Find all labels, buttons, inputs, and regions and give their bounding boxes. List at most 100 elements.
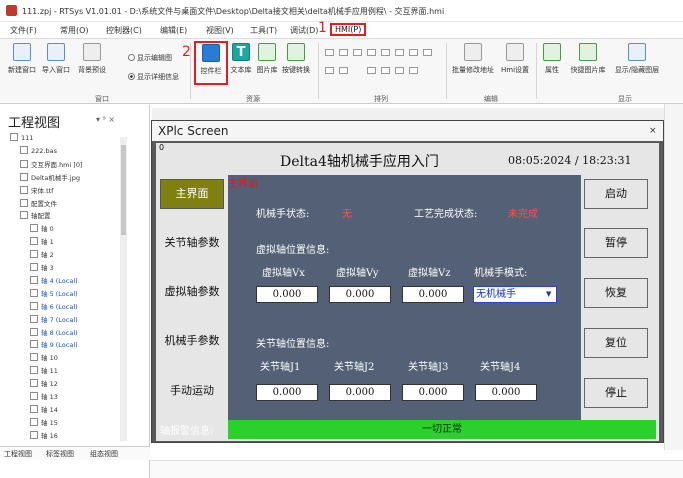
file-icon bbox=[30, 224, 38, 233]
hmi-datetime: 08:05:2024 / 18:23:31 bbox=[508, 154, 632, 167]
menu-debug[interactable]: 调试(D) bbox=[290, 25, 318, 36]
same-height-icon[interactable] bbox=[339, 67, 348, 74]
ribbon-group-arrange: 排列 bbox=[374, 95, 388, 103]
align-bottom-icon[interactable] bbox=[395, 49, 404, 56]
show-detail-radio[interactable]: 显示详细信息 bbox=[128, 72, 179, 82]
tree-item[interactable]: 轴 15 bbox=[30, 417, 58, 427]
control-bar-button[interactable]: 控件栏 bbox=[194, 41, 228, 85]
tree-item[interactable]: 222.bas bbox=[20, 145, 57, 155]
tree-item[interactable]: 轴 16 bbox=[30, 430, 58, 440]
align-middle-icon[interactable] bbox=[381, 49, 390, 56]
xplc-screen-window: XPlc Screen × 0 Delta4轴机械手应用入门 08:05:202… bbox=[151, 120, 664, 443]
tree-item[interactable]: 轴配置 bbox=[20, 210, 51, 220]
panel-controls[interactable]: ▾ ⁹ × bbox=[96, 115, 115, 124]
close-icon[interactable]: × bbox=[649, 126, 657, 136]
bring-front-icon[interactable] bbox=[381, 67, 390, 74]
same-width-icon[interactable] bbox=[325, 67, 334, 74]
xplc-title-bar[interactable]: XPlc Screen × bbox=[152, 121, 663, 141]
menu-tools[interactable]: 工具(T) bbox=[250, 25, 277, 36]
batch-modify-address-button[interactable]: 批量修改地址 bbox=[450, 43, 496, 75]
distribute-v-icon[interactable] bbox=[423, 49, 432, 56]
resume-button[interactable]: 恢复 bbox=[584, 278, 648, 308]
nav-joint-params-button[interactable]: 关节轴参数 bbox=[160, 228, 224, 258]
menu-file[interactable]: 文件(F) bbox=[10, 25, 37, 36]
tree-item[interactable]: 配置文件 bbox=[20, 198, 57, 208]
robot-mode-select[interactable]: 无机械手 bbox=[473, 286, 557, 303]
send-back-icon[interactable] bbox=[395, 67, 404, 74]
tree-item-label: 轴 9 (Local) bbox=[41, 341, 78, 350]
annotation-marker-1: 1 bbox=[318, 20, 327, 36]
show-hide-layer-button[interactable]: 显示/隐藏图层 bbox=[612, 43, 662, 75]
tree-item[interactable]: 轴 10 bbox=[30, 352, 58, 362]
menu-view[interactable]: 视图(V) bbox=[206, 25, 234, 36]
align-right-icon[interactable] bbox=[353, 49, 362, 56]
robot-status-value: 无 bbox=[342, 209, 352, 220]
show-edit-radio[interactable]: 显示编辑图 bbox=[128, 53, 172, 63]
tree-item[interactable]: 轴 3 bbox=[30, 262, 54, 272]
import-window-button[interactable]: 导入窗口 bbox=[40, 43, 72, 75]
align-top-icon[interactable] bbox=[367, 49, 376, 56]
dropdown-arrow-icon[interactable]: ▼ bbox=[546, 290, 551, 298]
tree-item-label: Delta机械手.jpg bbox=[31, 173, 80, 182]
pause-button[interactable]: 暂停 bbox=[584, 228, 648, 258]
file-icon bbox=[30, 288, 38, 297]
align-center-icon[interactable] bbox=[339, 49, 348, 56]
button-convert-button[interactable]: 按键转换 bbox=[280, 43, 312, 75]
nav-robot-params-button[interactable]: 机械手参数 bbox=[160, 326, 224, 356]
image-lib-button[interactable]: 图片库 bbox=[254, 43, 280, 75]
tree-item[interactable]: 交互界面.hmi [0] bbox=[20, 159, 83, 169]
menu-controller[interactable]: 控制器(C) bbox=[106, 25, 142, 36]
align-left-icon[interactable] bbox=[325, 49, 334, 56]
tree-item-label: 轴 12 bbox=[41, 380, 58, 389]
tab-label-view[interactable]: 标签视图 bbox=[46, 449, 74, 459]
stop-button[interactable]: 停止 bbox=[584, 378, 648, 408]
tree-item[interactable]: 轴 4 (Local) bbox=[30, 275, 78, 285]
tree-item[interactable]: 轴 0 bbox=[30, 223, 54, 233]
menu-hmi[interactable]: HMI(P) bbox=[330, 23, 367, 36]
same-size-icon[interactable] bbox=[367, 67, 376, 74]
tree-item[interactable]: 轴 11 bbox=[30, 365, 58, 375]
file-icon bbox=[30, 263, 38, 271]
new-window-button[interactable]: 新建窗口 bbox=[6, 43, 38, 75]
tree-item-label: 轴 16 bbox=[41, 431, 58, 440]
nav-main-button[interactable]: 主界面 bbox=[160, 179, 224, 209]
tree-item[interactable]: 轴 6 (Local) bbox=[30, 301, 78, 311]
quick-image-lib-button[interactable]: 快捷图片库 bbox=[566, 43, 610, 75]
tree-item[interactable]: Delta机械手.jpg bbox=[20, 172, 80, 182]
distribute-h-icon[interactable] bbox=[409, 49, 418, 56]
nav-manual-move-button[interactable]: 手动运动 bbox=[160, 376, 224, 406]
hmi-settings-button[interactable]: Hmi设置 bbox=[498, 43, 532, 75]
virtual-header-vx: 虚拟轴Vx bbox=[262, 268, 305, 279]
annotation-marker-2: 2 bbox=[182, 44, 191, 60]
tree-item[interactable]: 111 bbox=[10, 133, 33, 142]
lock-icon[interactable] bbox=[409, 67, 418, 74]
nav-virtual-params-button[interactable]: 虚拟轴参数 bbox=[160, 277, 224, 307]
file-icon bbox=[30, 327, 38, 336]
tree-item[interactable]: 轴 1 bbox=[30, 236, 54, 246]
reset-button[interactable]: 复位 bbox=[584, 328, 648, 358]
tree-item[interactable]: 轴 9 (Local) bbox=[30, 339, 78, 349]
tree-item[interactable]: 轴 8 (Local) bbox=[30, 327, 78, 337]
start-button[interactable]: 启动 bbox=[584, 179, 648, 209]
file-icon bbox=[30, 237, 38, 246]
properties-button[interactable]: 属性 bbox=[540, 43, 564, 75]
ribbon-group-edit: 编辑 bbox=[484, 95, 498, 103]
tree-item-label: 111 bbox=[21, 134, 34, 142]
background-preset-button[interactable]: 背景预设 bbox=[76, 43, 108, 75]
tree-item[interactable]: 轴 13 bbox=[30, 391, 58, 401]
tab-config-view[interactable]: 组态视图 bbox=[90, 449, 118, 459]
tree-scrollbar-thumb[interactable] bbox=[121, 145, 126, 235]
file-icon bbox=[30, 353, 38, 362]
text-lib-button[interactable]: T 文本库 bbox=[228, 43, 254, 75]
tree-item[interactable]: 宋体.ttf bbox=[20, 185, 53, 195]
tree-item[interactable]: 轴 12 bbox=[30, 378, 58, 388]
menu-common[interactable]: 常用(O) bbox=[60, 25, 89, 36]
tree-item[interactable]: 轴 14 bbox=[30, 404, 58, 414]
tree-item[interactable]: 轴 2 bbox=[30, 249, 54, 259]
file-icon bbox=[30, 430, 38, 439]
tree-item[interactable]: 轴 5 (Local) bbox=[30, 288, 78, 298]
tree-item[interactable]: 轴 7 (Local) bbox=[30, 314, 78, 324]
menu-edit[interactable]: 编辑(E) bbox=[160, 25, 187, 36]
tree-item-label: 轴 6 (Local) bbox=[41, 302, 78, 311]
tab-project-view[interactable]: 工程视图 bbox=[4, 449, 32, 459]
